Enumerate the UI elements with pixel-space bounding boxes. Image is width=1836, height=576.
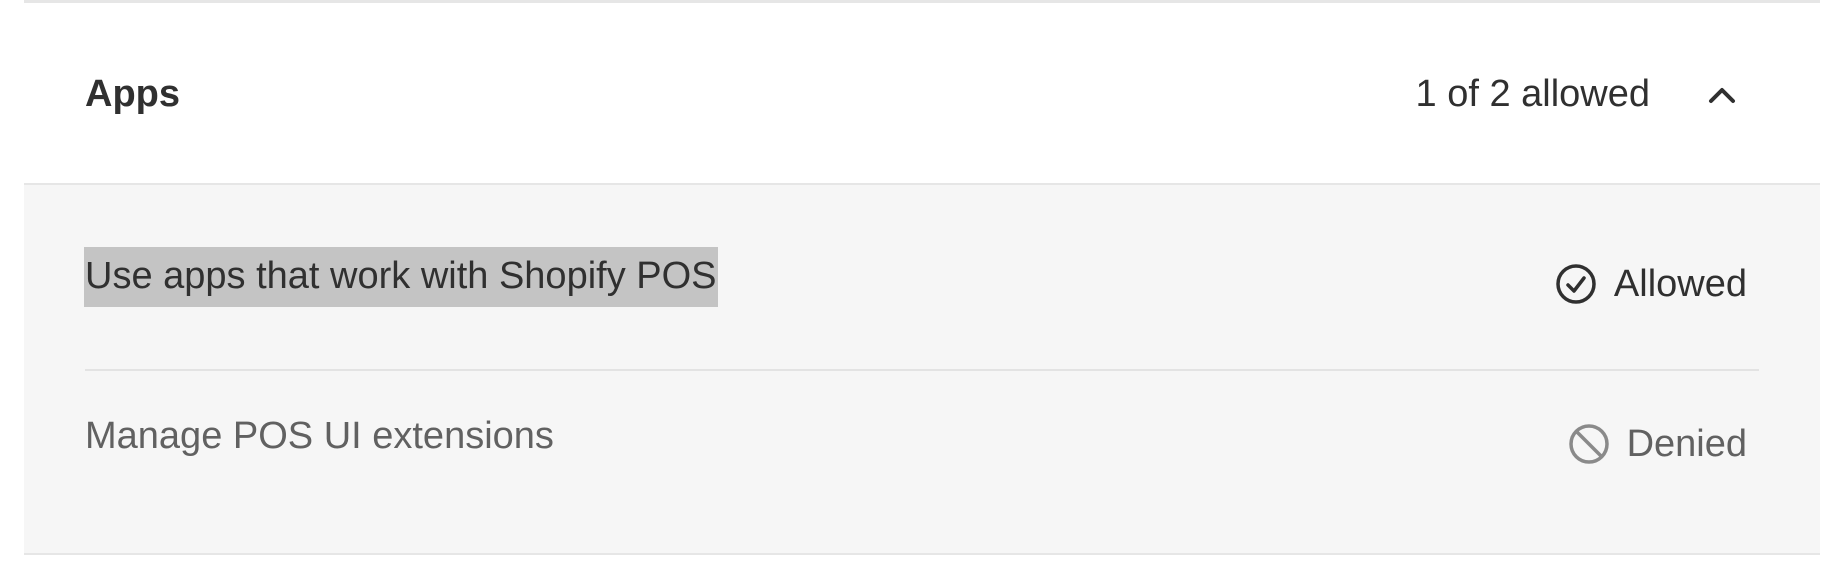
prohibited-icon bbox=[1568, 424, 1609, 464]
status-denied: Denied bbox=[1567, 421, 1747, 467]
permission-label: Manage POS UI extensions bbox=[85, 415, 554, 457]
permission-label: Use apps that work with Shopify POS bbox=[84, 247, 718, 307]
chevron-up-icon[interactable] bbox=[1702, 75, 1742, 115]
section-header-toggle[interactable]: Apps 1 of 2 allowed bbox=[24, 3, 1820, 185]
status-label: Allowed bbox=[1613, 263, 1747, 305]
check-circle-icon bbox=[1556, 264, 1596, 304]
apps-permission-section: Apps 1 of 2 allowed Use apps that work w… bbox=[24, 0, 1820, 555]
section-title: Apps bbox=[85, 73, 180, 115]
permission-row: Manage POS UI extensions Denied bbox=[85, 371, 1759, 553]
status-allowed: Allowed bbox=[1554, 261, 1747, 307]
status-label: Denied bbox=[1626, 423, 1747, 465]
permission-list: Use apps that work with Shopify POS Allo… bbox=[24, 185, 1820, 555]
allowed-count: 1 of 2 allowed bbox=[1415, 73, 1651, 115]
permission-row: Use apps that work with Shopify POS Allo… bbox=[84, 185, 1759, 369]
